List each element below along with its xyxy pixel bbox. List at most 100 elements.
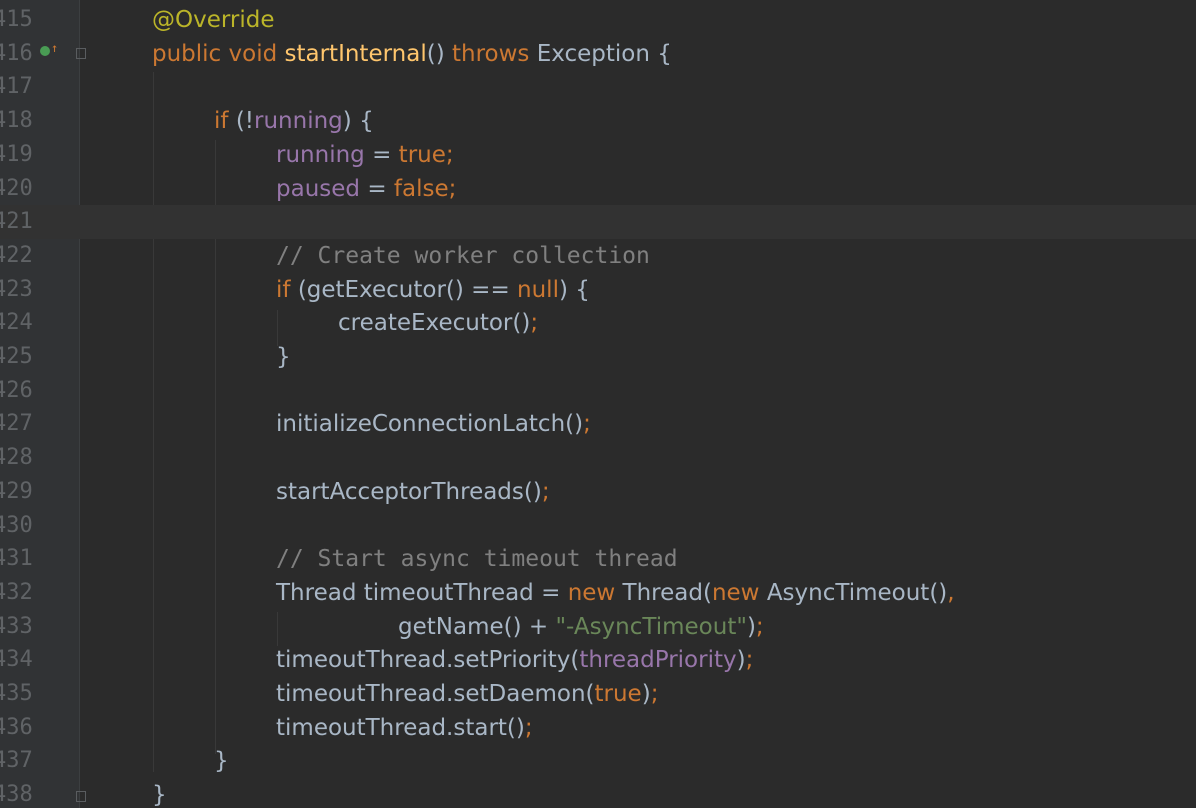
code-line[interactable]: 418 if (!running) {	[0, 104, 1196, 138]
token: }	[276, 344, 291, 370]
code-line[interactable]: 431 // Start async timeout thread	[0, 542, 1196, 576]
line-number: 431	[0, 546, 33, 572]
line-number: 419	[0, 141, 33, 167]
line-number: 428	[0, 445, 33, 471]
line-code: paused = false;	[276, 172, 456, 206]
code-line[interactable]: 436 timeoutThread.start();	[0, 711, 1196, 745]
code-line[interactable]: 425}	[0, 340, 1196, 374]
token: )	[641, 681, 651, 707]
token: true	[594, 681, 642, 707]
token: (getExecutor() ==	[297, 276, 518, 303]
token: new	[711, 579, 767, 606]
code-line[interactable]: 416 public void startInternal() throws Ex…	[0, 37, 1196, 71]
code-line[interactable]: 428	[0, 441, 1196, 475]
code-line[interactable]: 426	[0, 374, 1196, 408]
code-line[interactable]: 419 running = true;	[0, 138, 1196, 172]
token: timeoutThread.start()	[276, 714, 525, 741]
token: ) {	[342, 108, 374, 135]
token: ;	[583, 411, 591, 438]
line-code: getName() + "-AsyncTimeout");	[398, 610, 764, 644]
token: Thread timeoutThread =	[276, 579, 568, 606]
token: =	[372, 141, 399, 168]
token: // Start async timeout thread	[276, 546, 678, 573]
token: if	[214, 108, 236, 135]
token: getName() +	[398, 613, 556, 640]
line-number: 433	[0, 613, 33, 639]
code-line[interactable]: 429 startAcceptorThreads();	[0, 475, 1196, 509]
token: }	[214, 748, 229, 775]
token: true;	[398, 141, 454, 168]
line-number: 437	[0, 748, 33, 774]
token: timeoutThread.setDaemon(	[276, 681, 595, 707]
code-line[interactable]: 417	[0, 70, 1196, 104]
line-number: 420	[0, 175, 33, 201]
code-line[interactable]: 433 getName() + "-AsyncTimeout");	[0, 610, 1196, 644]
token: ;	[541, 478, 550, 505]
code-line[interactable]: 427 initializeConnectionLatch();	[0, 407, 1196, 441]
line-code: public void startInternal() throws Excep…	[152, 37, 672, 71]
line-code: }	[276, 340, 291, 374]
token: createExecutor()	[338, 310, 531, 337]
line-code: }	[152, 778, 167, 808]
code-line[interactable]: 435 timeoutThread.setDaemon(true);	[0, 677, 1196, 711]
code-line[interactable]: 422 // Create worker collection	[0, 239, 1196, 273]
line-number: 415	[0, 7, 33, 32]
token: ;	[530, 310, 539, 337]
line-code: createExecutor();	[338, 306, 538, 340]
line-number: 425	[0, 344, 33, 369]
token: "-AsyncTimeout"	[555, 613, 747, 640]
code-editor[interactable]: ↑ 415@Override416public void startIntern…	[0, 0, 1196, 808]
line-code: if (!running) {	[214, 104, 374, 138]
token: initializeConnectionLatch()	[276, 411, 584, 438]
line-number: 434	[0, 647, 33, 673]
line-code: if (getExecutor() == null) {	[276, 273, 590, 307]
line-code: initializeConnectionLatch();	[276, 407, 591, 441]
token: ()	[426, 40, 452, 67]
line-number: 423	[0, 276, 33, 302]
line-number: 427	[0, 411, 33, 437]
token: ;	[745, 647, 754, 674]
line-code: // Start async timeout thread	[276, 542, 678, 576]
line-number: 435	[0, 681, 33, 706]
token: }	[152, 782, 167, 808]
line-number: 417	[0, 74, 33, 100]
token: Exception {	[536, 40, 672, 67]
line-number: 421	[0, 209, 33, 235]
token: false;	[393, 175, 457, 202]
line-number: 418	[0, 108, 33, 134]
code-line[interactable]: 420 paused = false;	[0, 172, 1196, 206]
code-line[interactable]: 430	[0, 509, 1196, 543]
token: startInternal	[284, 40, 427, 67]
token: public void	[152, 40, 285, 67]
token: =	[367, 175, 394, 202]
code-line[interactable]: 421	[0, 205, 1196, 240]
token: @Override	[152, 7, 275, 33]
code-line[interactable]: 434 timeoutThread.setPriority(threadPrior…	[0, 643, 1196, 677]
line-number: 430	[0, 512, 33, 538]
token: (!	[235, 108, 255, 135]
token: ) {	[558, 276, 590, 303]
line-code: @Override	[152, 3, 275, 37]
line-code: running = true;	[276, 138, 454, 172]
token: ,	[947, 579, 955, 606]
code-line[interactable]: 424 createExecutor();	[0, 306, 1196, 340]
line-number: 432	[0, 579, 33, 605]
token: threadPriority	[579, 647, 737, 674]
code-line[interactable]: 423 if (getExecutor() == null) {	[0, 273, 1196, 307]
line-code: timeoutThread.setDaemon(true);	[276, 677, 658, 711]
token: ;	[524, 714, 533, 741]
token: ;	[755, 613, 764, 640]
code-line[interactable]: 415 @Override	[0, 3, 1196, 37]
token: startAcceptorThreads()	[276, 478, 542, 505]
line-number: 424	[0, 310, 33, 336]
token: Thread(	[622, 579, 712, 606]
line-code: Thread timeoutThread = new Thread(new As…	[276, 576, 955, 610]
line-number: 429	[0, 478, 33, 504]
code-line[interactable]: 437}	[0, 744, 1196, 778]
token: running	[254, 108, 343, 135]
line-number: 438	[0, 782, 33, 808]
code-line[interactable]: 438}	[0, 778, 1196, 808]
line-code: // Create worker collection	[276, 239, 650, 273]
line-code: timeoutThread.start();	[276, 711, 533, 745]
code-line[interactable]: 432 Thread timeoutThread = new Thread(new…	[0, 576, 1196, 610]
